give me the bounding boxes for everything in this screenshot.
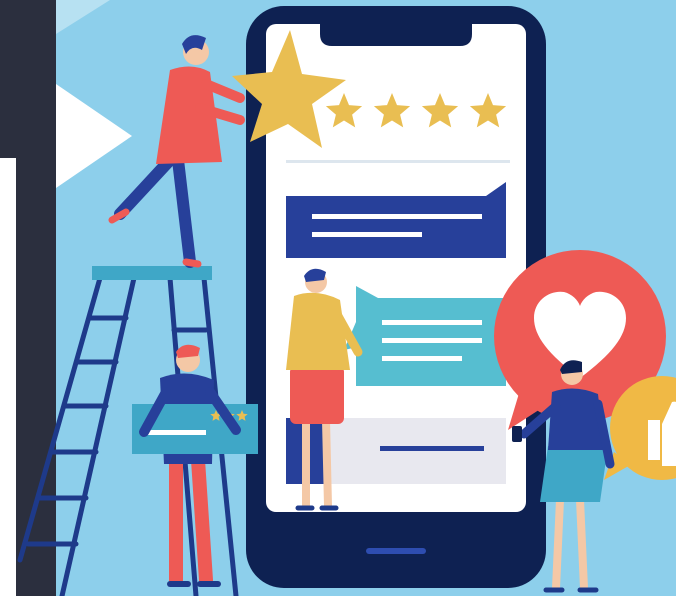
handheld-phone-icon: [512, 426, 522, 442]
text-line: [382, 320, 482, 325]
text-line: [146, 430, 206, 435]
screen-divider: [286, 160, 510, 163]
illustration-canvas: [0, 0, 676, 596]
review-bubble-teal: [344, 286, 506, 386]
review-illustration: [0, 0, 676, 596]
text-line: [382, 338, 482, 343]
review-bubble-gray: [286, 418, 506, 484]
white-side-card: [0, 158, 16, 596]
text-line: [380, 446, 484, 451]
phone-notch: [320, 24, 472, 46]
text-line: [382, 356, 462, 361]
phone-home-bar: [366, 548, 426, 554]
text-line: [312, 232, 422, 237]
ladder-top-platform: [92, 266, 212, 280]
text-line: [312, 214, 482, 219]
